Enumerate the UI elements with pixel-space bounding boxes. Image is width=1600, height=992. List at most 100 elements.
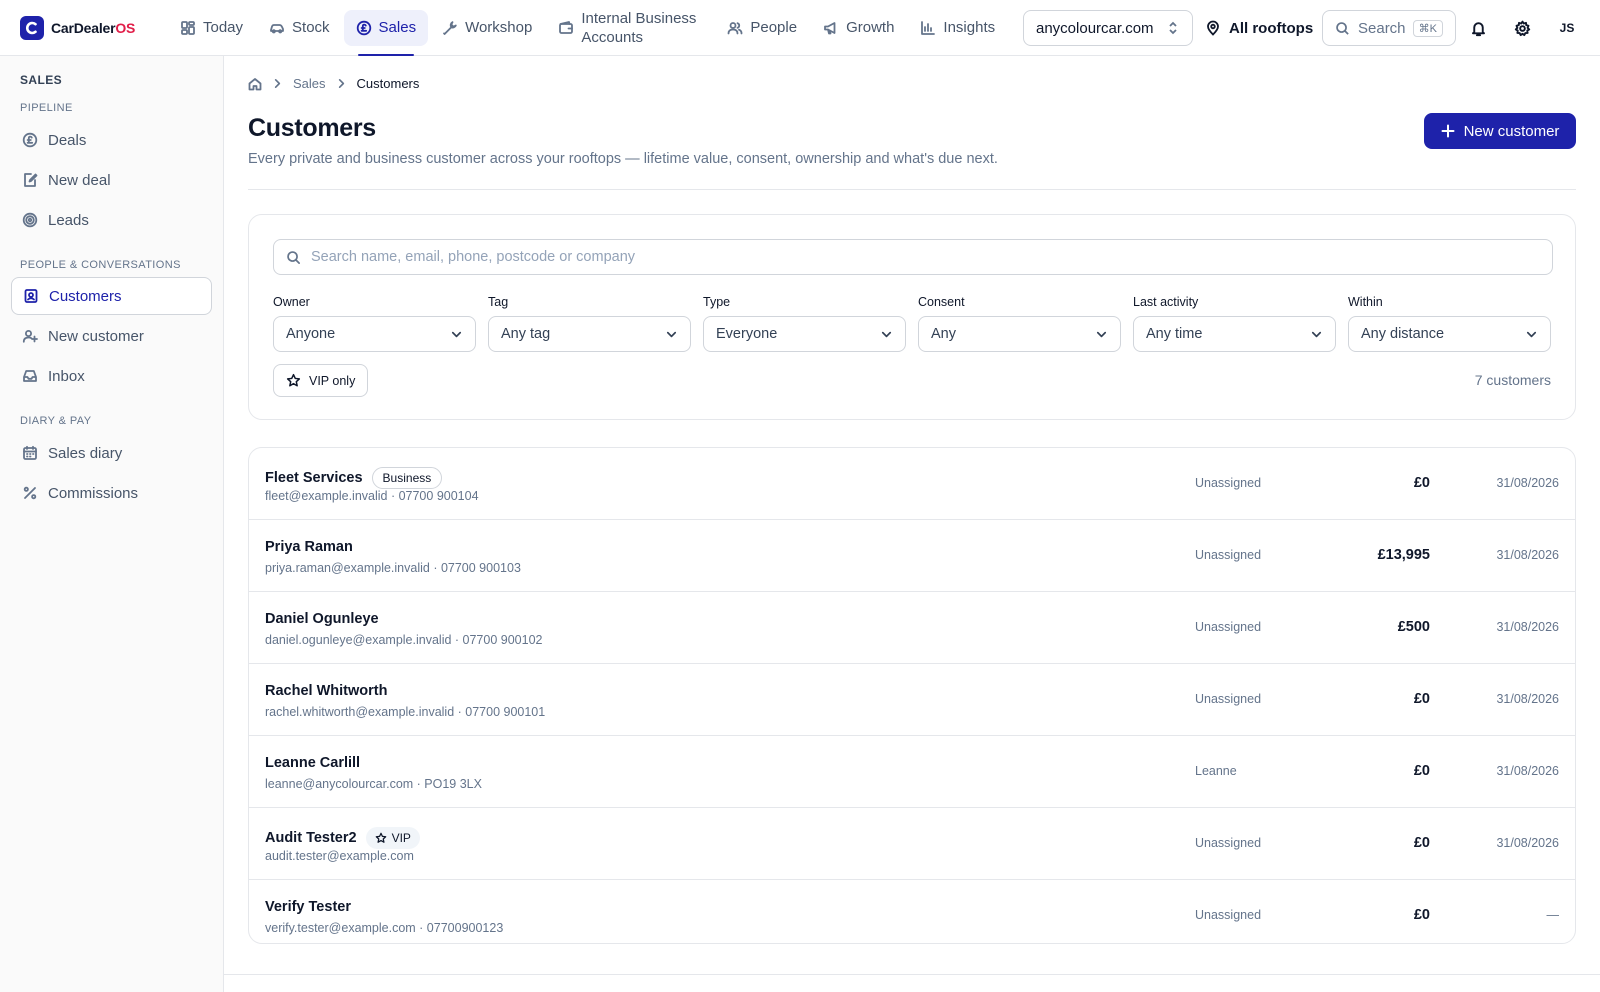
contact-card-icon [24, 289, 38, 303]
home-icon[interactable] [248, 77, 262, 91]
customer-date: 31/08/2026 [1496, 764, 1559, 778]
inbox-icon [23, 370, 37, 382]
filter-label: Last activity [1133, 295, 1199, 309]
star-icon [375, 832, 386, 843]
consent-filter: Consent Any [918, 295, 1121, 352]
brand-logo-link[interactable]: CarDealerOS [20, 15, 144, 40]
nav-tab-label: Insights [943, 19, 996, 36]
nav-tab-workshop[interactable]: Workshop [430, 10, 544, 46]
plus-icon [1441, 124, 1455, 138]
customer-contact: daniel.ogunleye@example.invalid · 07700 … [265, 633, 543, 647]
dashboard-icon [181, 20, 195, 35]
nav-tab-sales[interactable]: Sales [343, 9, 429, 56]
customer-search-input[interactable] [311, 249, 1540, 265]
customer-row[interactable]: Leanne Carlill leanne@anycolourcar.com ·… [249, 736, 1575, 808]
filter-value: Any [931, 326, 956, 342]
customer-name[interactable]: Priya Raman [265, 539, 353, 555]
filter-value: Everyone [716, 326, 778, 342]
nav-tab-internal-business-accounts[interactable]: Internal Business Accounts [546, 10, 713, 46]
customer-row[interactable]: Fleet Services Business fleet@example.in… [249, 448, 1575, 520]
user-avatar[interactable]: JS [1553, 14, 1581, 42]
customer-owner: Unassigned [1195, 476, 1262, 490]
customer-owner: Unassigned [1195, 548, 1262, 562]
nav-tab-growth[interactable]: Growth [811, 10, 906, 46]
customer-row[interactable]: Rachel Whitworth rachel.whitworth@exampl… [249, 664, 1575, 736]
customer-name[interactable]: Daniel Ogunleye [265, 611, 379, 627]
sidebar-item-sales-diary[interactable]: Sales diary [11, 434, 212, 472]
target-icon [22, 212, 38, 228]
last-activity-select[interactable]: Any time [1133, 316, 1336, 352]
sidebar-item-leads[interactable]: Leads [11, 201, 212, 239]
customer-row[interactable]: Verify Tester verify.tester@example.com … [249, 880, 1575, 943]
nav-tab-label: Workshop [465, 19, 533, 36]
brand-logo-icon [20, 15, 44, 40]
within-select[interactable]: Any distance [1348, 316, 1551, 352]
rooftop-selector[interactable]: All rooftops [1205, 10, 1313, 46]
tag-select[interactable]: Any tag [488, 316, 691, 352]
nav-tab-people[interactable]: People [715, 10, 809, 46]
megaphone-icon [824, 21, 836, 34]
customer-name[interactable]: Rachel Whitworth [265, 683, 387, 699]
breadcrumb: Sales Customers [248, 76, 419, 91]
customer-name-wrap: Daniel Ogunleye [265, 611, 379, 627]
customer-contact: audit.tester@example.com [265, 849, 414, 863]
sidebar-item-deals[interactable]: Deals [11, 121, 212, 159]
filter-label: Tag [488, 295, 509, 309]
customer-list: Fleet Services Business fleet@example.in… [248, 447, 1576, 944]
type-select[interactable]: Everyone [703, 316, 906, 352]
top-navigation-bar: CarDealerOS Today Stock Sales Workshop I… [0, 0, 1600, 56]
tag-filter: Tag Any tag [488, 295, 691, 352]
sidebar-item-customers[interactable]: Customers [11, 277, 212, 315]
customer-row[interactable]: Priya Raman priya.raman@example.invalid … [249, 520, 1575, 592]
nav-tab-label: Internal Business Accounts [581, 9, 697, 46]
vip-only-toggle[interactable]: VIP only [273, 364, 368, 397]
vip-badge: VIP [365, 827, 420, 849]
sidebar-item-inbox[interactable]: Inbox [11, 357, 212, 395]
customer-name[interactable]: Verify Tester [265, 899, 351, 915]
breadcrumb-link-sales[interactable]: Sales [293, 76, 326, 91]
customer-name[interactable]: Fleet Services [265, 470, 363, 486]
new-customer-button[interactable]: New customer [1424, 113, 1576, 149]
customer-lifetime-value: £0 [1413, 475, 1430, 491]
gear-icon [1514, 20, 1530, 36]
filter-value: Any tag [501, 326, 551, 342]
global-search-label: Search [1358, 19, 1406, 37]
nav-tab-today[interactable]: Today [168, 10, 255, 46]
sidebar-group-label: PEOPLE & CONVERSATIONS [20, 259, 181, 271]
customer-owner: Unassigned [1195, 836, 1262, 850]
nav-tab-stock[interactable]: Stock [257, 10, 342, 46]
sidebar-item-new-deal[interactable]: New deal [11, 161, 212, 199]
nav-tab-label: Stock [292, 19, 330, 36]
bell-icon [1471, 21, 1485, 36]
filter-label: Within [1348, 295, 1383, 309]
domain-select-value: anycolourcar.com [1036, 19, 1154, 37]
customer-name[interactable]: Leanne Carlill [265, 755, 360, 771]
sidebar-item-label: New customer [48, 327, 144, 345]
sidebar-item-new-customer[interactable]: New customer [11, 317, 212, 355]
customer-name[interactable]: Audit Tester2 [265, 830, 357, 846]
consent-select[interactable]: Any [918, 316, 1121, 352]
car-icon [270, 23, 284, 33]
owner-filter: Owner Anyone [273, 295, 476, 352]
settings-button[interactable] [1508, 14, 1536, 42]
customer-row[interactable]: Audit Tester2 VIP audit.tester@example.c… [249, 808, 1575, 880]
customer-row[interactable]: Daniel Ogunleye daniel.ogunleye@example.… [249, 592, 1575, 664]
sidebar-item-commissions[interactable]: Commissions [11, 474, 212, 512]
domain-select[interactable]: anycolourcar.com [1023, 10, 1193, 46]
business-badge: Business [371, 467, 443, 489]
filter-label: Consent [918, 295, 965, 309]
bar-chart-icon [921, 20, 936, 35]
customer-lifetime-value: £0 [1413, 763, 1430, 779]
type-filter: Type Everyone [703, 295, 906, 352]
owner-select[interactable]: Anyone [273, 316, 476, 352]
chevron-down-icon [1526, 331, 1537, 337]
filter-panel: Owner Anyone Tag Any tag Type Everyone C… [248, 214, 1576, 420]
customer-lifetime-value: £13,995 [1377, 547, 1430, 563]
nav-tab-insights[interactable]: Insights [908, 10, 1007, 46]
chevron-up-down-icon [1169, 21, 1177, 35]
customer-search-field[interactable] [273, 239, 1553, 275]
global-search-button[interactable]: Search ⌘K [1322, 10, 1456, 46]
notifications-button[interactable] [1464, 14, 1492, 42]
within-filter: Within Any distance [1348, 295, 1551, 352]
wrench-icon [443, 20, 457, 35]
